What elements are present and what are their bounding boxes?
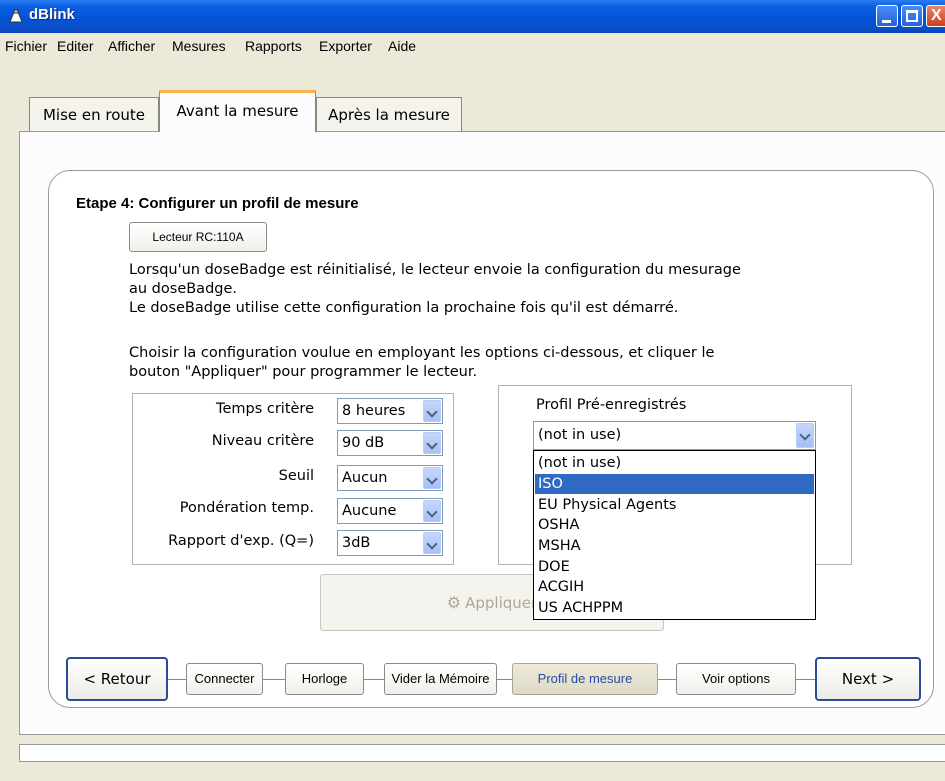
field-label: Niveau critère: [211, 433, 314, 449]
minimize-button[interactable]: [876, 5, 898, 27]
profile-select[interactable]: (not in use): [533, 421, 816, 450]
chevron-down-icon[interactable]: [423, 532, 441, 554]
seuil-select[interactable]: Aucun: [337, 465, 443, 491]
profile-label: Profil Pré-enregistrés: [536, 397, 687, 413]
dropdown-option[interactable]: DOE: [535, 557, 814, 577]
tab-mise-en-route[interactable]: Mise en route: [29, 97, 159, 131]
dropdown-option[interactable]: (not in use): [535, 453, 814, 473]
menu-aide[interactable]: Aide: [385, 33, 419, 59]
maximize-button[interactable]: [901, 5, 923, 27]
field-label: Seuil: [278, 468, 314, 484]
close-icon: X: [931, 7, 942, 24]
clear-memory-button[interactable]: Vider la Mémoire: [384, 663, 497, 695]
clock-button[interactable]: Horloge: [285, 663, 364, 695]
field-label: Rapport d'exp. (Q=): [168, 533, 314, 549]
dropdown-option[interactable]: OSHA: [535, 515, 814, 535]
menu-fichier[interactable]: Fichier: [2, 33, 50, 59]
temps-critere-select[interactable]: 8 heures: [337, 398, 443, 424]
tab-apres-la-mesure[interactable]: Après la mesure: [316, 97, 462, 131]
tab-avant-la-mesure[interactable]: Avant la mesure: [159, 90, 316, 132]
view-options-button[interactable]: Voir options: [676, 663, 796, 695]
chevron-down-icon[interactable]: [423, 500, 441, 522]
apply-icon: ⚙: [446, 593, 462, 612]
app-icon: [9, 9, 23, 23]
menu-editer[interactable]: Editer: [54, 33, 97, 59]
dropdown-option-selected[interactable]: ISO: [535, 474, 814, 494]
chevron-down-icon[interactable]: [423, 467, 441, 489]
dropdown-option[interactable]: US ACHPPM: [535, 598, 814, 618]
instruction-line: bouton "Appliquer" pour programmer le le…: [129, 364, 478, 380]
chevron-down-icon[interactable]: [423, 432, 441, 454]
rapport-exp-select[interactable]: 3dB: [337, 530, 443, 556]
description-line: Le doseBadge utilise cette configuration…: [129, 300, 679, 316]
description-line: au doseBadge.: [129, 281, 238, 297]
menu-rapports[interactable]: Rapports: [242, 33, 305, 59]
reader-button[interactable]: Lecteur RC:110A: [129, 222, 267, 252]
title-bar[interactable]: dBlink X: [0, 0, 945, 33]
niveau-critere-select[interactable]: 90 dB: [337, 430, 443, 456]
chevron-down-icon[interactable]: [423, 400, 441, 422]
window-title: dBlink: [29, 6, 75, 23]
ponderation-select[interactable]: Aucune: [337, 498, 443, 524]
instruction-line: Choisir la configuration voulue en emplo…: [129, 345, 715, 361]
profile-dropdown-list[interactable]: (not in use) ISO EU Physical Agents OSHA…: [533, 450, 816, 620]
connect-button[interactable]: Connecter: [186, 663, 263, 695]
menu-mesures[interactable]: Mesures: [169, 33, 229, 59]
menu-afficher[interactable]: Afficher: [105, 33, 158, 59]
back-button[interactable]: < Retour: [66, 657, 168, 701]
menu-bar: Fichier Editer Afficher Mesures Rapports…: [0, 33, 945, 59]
field-label: Temps critère: [216, 401, 314, 417]
step-title: Etape 4: Configurer un profil de mesure: [76, 195, 359, 212]
description-line: Lorsqu'un doseBadge est réinitialisé, le…: [129, 262, 741, 278]
next-button[interactable]: Next >: [815, 657, 921, 701]
status-bar: [19, 744, 945, 762]
field-label: Pondération temp.: [179, 500, 314, 516]
menu-exporter[interactable]: Exporter: [316, 33, 375, 59]
dropdown-option[interactable]: MSHA: [535, 536, 814, 556]
measurement-profile-button[interactable]: Profil de mesure: [512, 663, 658, 695]
dropdown-option[interactable]: ACGIH: [535, 577, 814, 597]
chevron-down-icon[interactable]: [796, 423, 814, 448]
dropdown-option[interactable]: EU Physical Agents: [535, 495, 814, 515]
close-button[interactable]: X: [926, 5, 945, 27]
